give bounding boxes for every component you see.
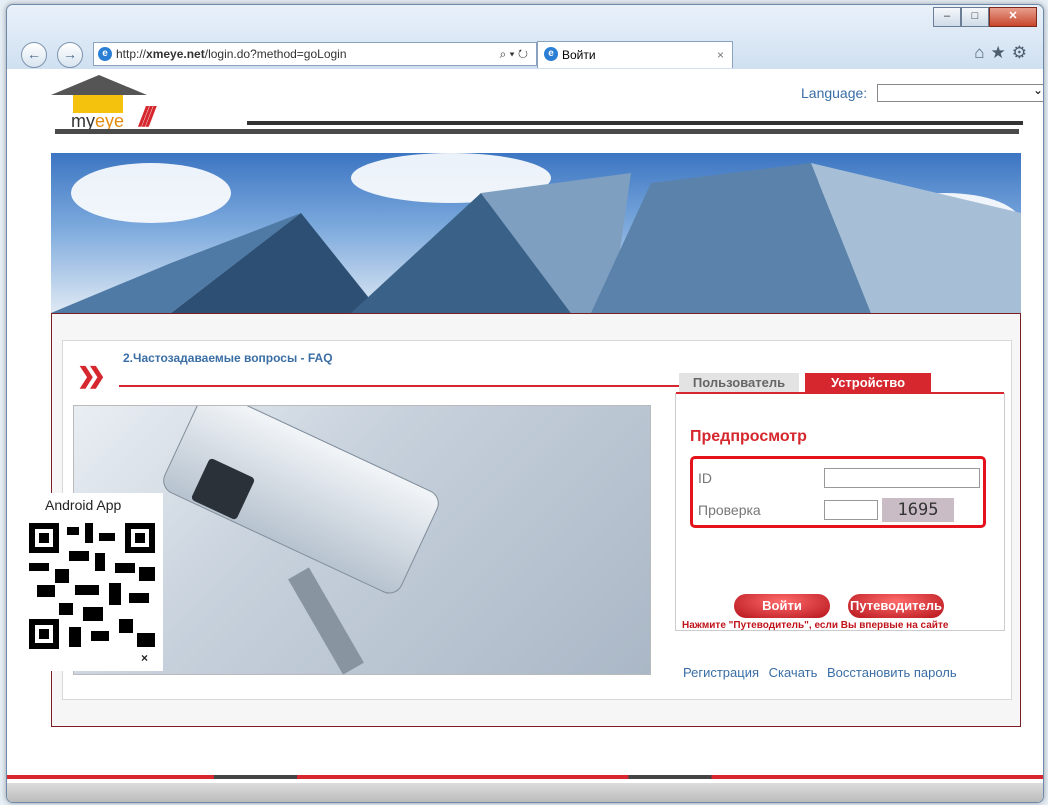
tab-device[interactable]: Устройство [805, 373, 931, 393]
ie-icon: e [98, 47, 112, 61]
window-controls: – □ ✕ [933, 7, 1037, 27]
browser-titlebar: – □ ✕ ← → e http://xmeye.net/login.do?met… [7, 5, 1043, 69]
captcha-input[interactable] [824, 500, 878, 520]
panel-title: Предпросмотр [690, 428, 807, 445]
maximize-button[interactable]: □ [961, 7, 989, 27]
guide-hint: Нажмите "Путеводитель", если Вы впервые … [682, 620, 949, 631]
android-app-popup: Android App × [15, 493, 163, 671]
check-label: Проверка [698, 502, 761, 518]
android-app-label: Android App [45, 497, 122, 513]
popup-close-icon[interactable]: × [141, 651, 148, 665]
login-section: ❯❯ 2.Частозадаваемые вопросы - FAQ Польз… [51, 313, 1021, 727]
browser-tab[interactable]: e Войти × [537, 41, 733, 68]
myeye-logo: myeye [51, 75, 151, 135]
restore-password-link[interactable]: Восстановить пароль [827, 665, 957, 680]
footer-links: Регистрация Скачать Восстановить пароль [683, 665, 963, 680]
page-viewport: myeye /// Language: ⌄ ❯❯ 2.Частозадаваем… [7, 69, 1043, 802]
url-domain: xmeye.net [146, 47, 205, 61]
back-button[interactable]: ← [21, 42, 47, 68]
captcha-image: 1695 [882, 498, 954, 522]
banner-image [51, 153, 1021, 313]
register-link[interactable]: Регистрация [683, 665, 759, 680]
search-refresh-icons[interactable]: ⌕ ▾ ↻ [499, 43, 528, 65]
language-label: Language: [801, 85, 868, 101]
language-select[interactable]: ⌄ [877, 83, 1043, 102]
toolbar-icons[interactable]: ⌂★⚙ [974, 43, 1033, 63]
logo-eye: eye [95, 111, 125, 131]
faq-arrow-icon: ❯❯ [77, 363, 106, 388]
address-bar[interactable]: e http://xmeye.net/login.do?method=goLogi… [93, 42, 537, 66]
footer-stripe [7, 775, 1043, 779]
id-input[interactable] [824, 468, 980, 488]
login-button[interactable]: Войти [734, 594, 830, 618]
chevron-down-icon: ⌄ [1032, 83, 1043, 97]
device-login-panel: Предпросмотр ID Проверка 1695 Войти Путе… [675, 392, 1005, 631]
close-window-button[interactable]: ✕ [989, 7, 1037, 27]
login-container: ❯❯ 2.Частозадаваемые вопросы - FAQ Польз… [62, 340, 1012, 700]
site-header: myeye /// Language: ⌄ [7, 69, 1043, 153]
url-path: /login.do?method=goLogin [204, 47, 347, 61]
download-link[interactable]: Скачать [769, 665, 818, 680]
qr-code [29, 523, 155, 649]
id-label: ID [698, 470, 712, 486]
tab-user[interactable]: Пользователь [679, 373, 799, 393]
browser-window: – □ ✕ ← → e http://xmeye.net/login.do?met… [6, 4, 1044, 803]
ie-icon: e [544, 47, 558, 61]
url-scheme: http:// [116, 47, 147, 61]
logo-my: my [71, 111, 95, 131]
footer-bar [7, 783, 1043, 802]
minimize-button[interactable]: – [933, 7, 961, 27]
guide-button[interactable]: Путеводитель [848, 594, 944, 618]
forward-button[interactable]: → [57, 42, 83, 68]
tab-title: Войти [562, 48, 596, 62]
tab-close-icon[interactable]: × [717, 42, 724, 68]
faq-link[interactable]: 2.Частозадаваемые вопросы - FAQ [123, 351, 333, 365]
